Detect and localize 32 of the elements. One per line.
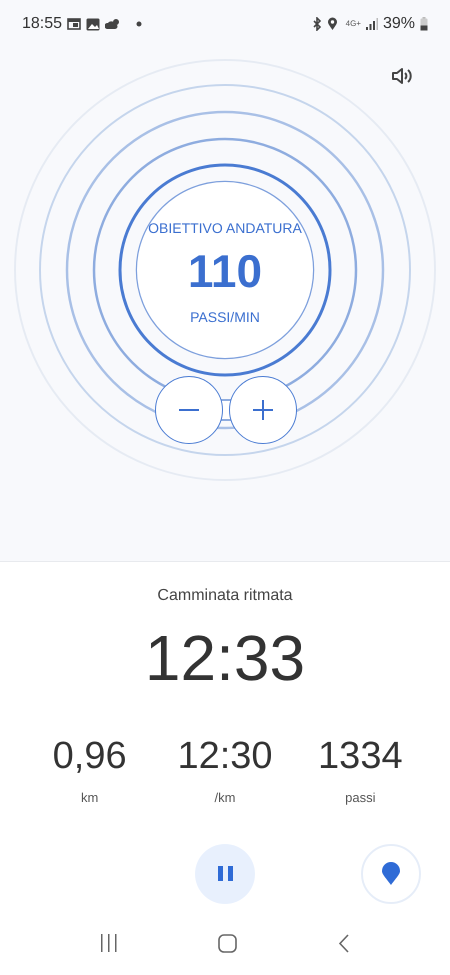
pace-goal-value: 110 [188, 245, 262, 297]
status-time: 18:55 [22, 14, 62, 34]
home-icon[interactable] [218, 934, 238, 952]
pause-icon [218, 866, 232, 881]
pace-goal-label: OBIETTIVO ANDATURA [148, 219, 302, 238]
stat-unit: km [80, 789, 98, 807]
map-pin-icon [382, 862, 400, 886]
stat-value: 0,96 [52, 734, 127, 778]
speaker-icon [391, 66, 413, 86]
image-icon [86, 18, 100, 30]
pace-goal-unit: PASSI/MIN [190, 308, 260, 327]
notification-dot-icon [136, 21, 142, 27]
stat-unit: /km [214, 789, 236, 807]
stat-value: 1334 [318, 734, 403, 778]
network-type: 4G+ [346, 20, 361, 28]
increase-button[interactable] [229, 376, 297, 444]
signal-icon [366, 18, 378, 30]
calendar-icon [67, 18, 82, 30]
recent-apps-icon[interactable] [100, 934, 118, 952]
plus-icon [253, 400, 273, 420]
battery-percent: 39% [382, 14, 415, 34]
weather-icon [105, 18, 122, 30]
stat-unit: passi [345, 789, 376, 807]
back-icon[interactable] [338, 934, 350, 952]
elapsed-time: 12:33 [144, 622, 306, 694]
decrease-button[interactable] [155, 376, 223, 444]
workout-title: Camminata ritmata [157, 586, 293, 606]
bluetooth-icon [312, 17, 322, 31]
location-icon [326, 17, 338, 31]
battery-icon [420, 17, 428, 31]
minus-icon [179, 409, 199, 411]
stat-value: 12:30 [177, 734, 273, 778]
